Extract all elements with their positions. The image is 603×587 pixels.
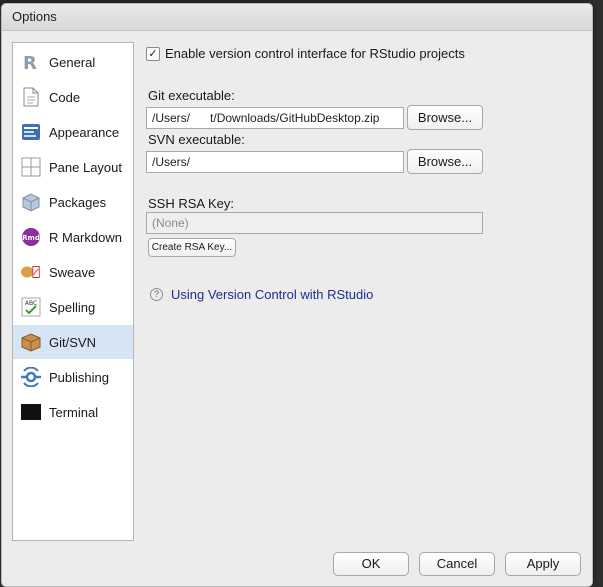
code-page-icon bbox=[20, 86, 42, 108]
pane-layout-icon bbox=[20, 156, 42, 178]
svn-executable-field[interactable]: /Users/ bbox=[146, 151, 404, 173]
appearance-icon bbox=[20, 121, 42, 143]
sidebar-item-pane-layout[interactable]: Pane Layout bbox=[13, 150, 133, 184]
options-dialog: Options R General Code Appearance Pane L… bbox=[1, 3, 593, 587]
sidebar-item-label: Git/SVN bbox=[49, 334, 96, 350]
cancel-button[interactable]: Cancel bbox=[419, 552, 495, 576]
sidebar-item-publishing[interactable]: Publishing bbox=[13, 360, 133, 394]
sidebar-item-r-markdown[interactable]: Rmd R Markdown bbox=[13, 220, 133, 254]
sidebar-item-label: Spelling bbox=[49, 299, 96, 315]
help-row: ? Using Version Control with RStudio bbox=[150, 287, 373, 302]
help-icon: ? bbox=[150, 288, 163, 301]
sidebar-item-general[interactable]: R General bbox=[13, 45, 133, 79]
git-executable-label: Git executable: bbox=[148, 88, 235, 103]
git-svn-icon bbox=[20, 331, 42, 353]
terminal-icon bbox=[20, 401, 42, 423]
sweave-icon bbox=[20, 261, 42, 283]
sidebar-item-sweave[interactable]: Sweave bbox=[13, 255, 133, 289]
sidebar-item-packages[interactable]: Packages bbox=[13, 185, 133, 219]
apply-button[interactable]: Apply bbox=[505, 552, 581, 576]
sidebar-item-code[interactable]: Code bbox=[13, 80, 133, 114]
spelling-icon: ABC bbox=[20, 296, 42, 318]
sidebar-item-spelling[interactable]: ABC Spelling bbox=[13, 290, 133, 324]
sidebar-item-label: Pane Layout bbox=[49, 159, 123, 175]
sidebar-item-label: Packages bbox=[49, 194, 107, 210]
ssh-rsa-key-label: SSH RSA Key: bbox=[148, 196, 234, 211]
dialog-title: Options bbox=[2, 4, 592, 31]
svn-executable-label: SVN executable: bbox=[148, 132, 245, 147]
git-browse-button[interactable]: Browse... bbox=[407, 105, 483, 130]
sidebar-item-appearance[interactable]: Appearance bbox=[13, 115, 133, 149]
enable-vcs-row[interactable]: ✓ Enable version control interface for R… bbox=[146, 46, 465, 61]
options-sidebar: R General Code Appearance Pane Layout Pa… bbox=[12, 42, 134, 541]
create-rsa-key-button[interactable]: Create RSA Key... bbox=[148, 238, 236, 257]
r-logo-icon: R bbox=[20, 51, 42, 73]
sidebar-item-label: Terminal bbox=[49, 404, 99, 420]
publishing-icon bbox=[20, 366, 42, 388]
rmd-badge-text: Rmd bbox=[22, 234, 40, 242]
sidebar-item-label: Sweave bbox=[49, 264, 96, 280]
ok-button[interactable]: OK bbox=[333, 552, 409, 576]
svn-browse-button[interactable]: Browse... bbox=[407, 149, 483, 174]
sidebar-item-label: Publishing bbox=[49, 369, 109, 385]
sidebar-item-git-svn[interactable]: Git/SVN bbox=[13, 325, 133, 359]
sidebar-item-label: Code bbox=[49, 89, 81, 105]
sidebar-item-label: General bbox=[49, 54, 96, 70]
git-executable-field[interactable]: /Users/ t/Downloads/GitHubDesktop.zip bbox=[146, 107, 404, 129]
sidebar-item-label: R Markdown bbox=[49, 229, 122, 245]
ssh-rsa-key-field: (None) bbox=[146, 212, 483, 234]
svg-text:R: R bbox=[23, 53, 37, 72]
using-version-control-link[interactable]: Using Version Control with RStudio bbox=[171, 287, 373, 302]
sidebar-item-terminal[interactable]: Terminal bbox=[13, 395, 133, 429]
enable-vcs-checkbox[interactable]: ✓ bbox=[146, 46, 160, 61]
rmarkdown-icon: Rmd bbox=[20, 226, 42, 248]
sidebar-item-label: Appearance bbox=[49, 124, 120, 140]
enable-vcs-label: Enable version control interface for RSt… bbox=[165, 46, 465, 61]
packages-icon bbox=[20, 191, 42, 213]
